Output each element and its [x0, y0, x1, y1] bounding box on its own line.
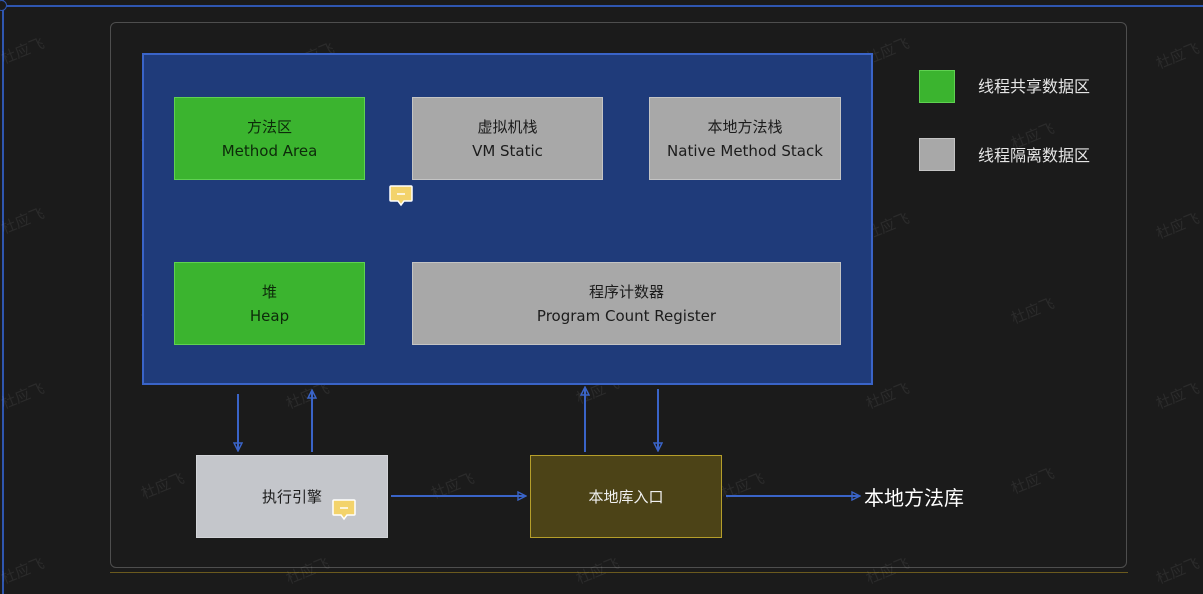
legend-swatch-isolated	[919, 138, 955, 171]
legend-label-shared: 线程共享数据区	[978, 77, 1091, 96]
legend-swatch-shared	[919, 70, 955, 103]
comment-icon[interactable]	[332, 499, 356, 521]
comment-icon[interactable]	[389, 185, 413, 207]
diagram-canvas: 杜应飞 杜应飞 杜应飞 杜应飞 杜应飞 杜应飞 杜应飞 杜应飞 杜应飞 杜应飞 杜应飞 杜应飞 杜应飞杜…	[0, 0, 1203, 594]
legend-label-isolated: 线程隔离数据区	[978, 146, 1091, 165]
